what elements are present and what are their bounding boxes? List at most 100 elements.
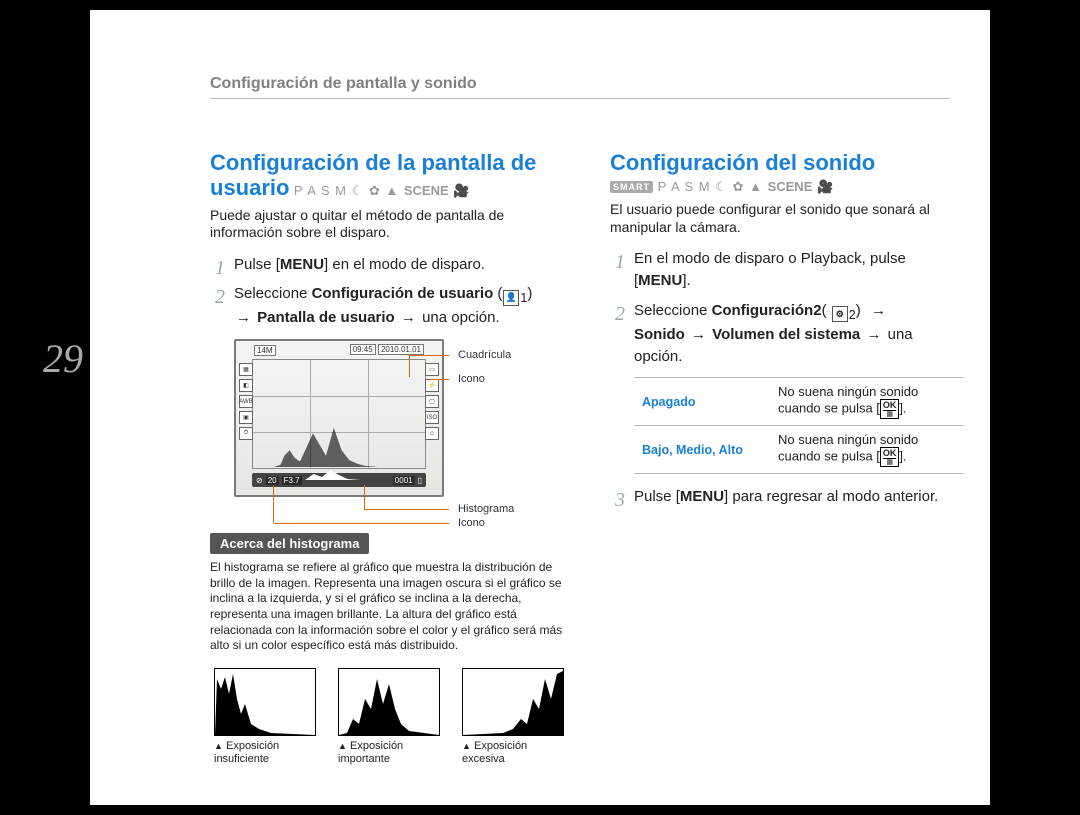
mode-landscape-icon: ▲ (385, 183, 399, 198)
arrow-icon: → (689, 326, 708, 343)
hist-under-label: Exposición insuficiente (214, 740, 279, 765)
histogram-under-box (214, 668, 316, 736)
steps-left: Pulse [MENU] en el modo de disparo. Sele… (210, 254, 565, 330)
r-step2a: Seleccione (634, 302, 712, 319)
step2c: Pantalla de usuario (257, 309, 395, 326)
meter-icon: ▣ (239, 411, 253, 424)
camera-grid (252, 359, 426, 469)
status-iso: 20 (266, 476, 279, 485)
step2a: Seleccione (234, 285, 312, 302)
page: Configuración de pantalla y sonido Confi… (90, 10, 990, 805)
histogram-pill: Acerca del histograma (210, 533, 369, 554)
mode-icons-right: SMART P A S M ☾ ✿ ▲ SCENE 🎥 (610, 179, 965, 195)
camera-status-bar: ⊘ 20 F3.7 0001 ▯ (252, 473, 426, 487)
mode-scene: SCENE (768, 179, 813, 194)
camera-left-icons: ▦ ◧ AWB ▣ ⏱ (239, 363, 253, 440)
camera-screen: 14M 09:45 2010.01.01 ▦ ◧ AWB ▣ ⏱ (234, 339, 444, 497)
histogram-mid: ▲ Exposición importante (338, 668, 438, 766)
left-column: Configuración de la pantalla de usuario … (210, 150, 565, 766)
r-step2-sub: 2 (849, 308, 856, 322)
step-2-left: Seleccione Configuración de usuario (👤1)… (210, 283, 565, 329)
user-icon: 👤 (503, 290, 519, 306)
hist-over-label: Exposición excesiva (462, 740, 527, 765)
date-badge: 2010.01.01 (378, 344, 424, 355)
step2-sub: 1 (520, 291, 527, 305)
ok-button-icon: OK▦ (880, 447, 900, 467)
callout-icon: Icono (458, 373, 485, 385)
step-1-left: Pulse [MENU] en el modo de disparo. (210, 254, 565, 276)
gear-icon: ⚙ (832, 306, 848, 322)
resolution-badge: 14M (254, 345, 276, 356)
leader-icon (430, 379, 449, 380)
arrow-icon: → (234, 309, 253, 326)
mode-beauty-icon: ✿ (369, 183, 381, 198)
histogram-under-cap: ▲ Exposición insuficiente (214, 740, 314, 766)
smart-icon: SMART (610, 181, 653, 193)
mode-pasm: P A S M (658, 179, 711, 194)
mode-video-icon: 🎥 (817, 179, 834, 194)
step-2-right: Seleccione Configuración2( ⚙2) → Sonido … (610, 300, 965, 368)
iso-icon: ISO (425, 411, 439, 424)
leader-grid (409, 355, 449, 356)
face-icon: ☺ (425, 427, 439, 440)
r-step2b: Configuración2 (712, 302, 822, 319)
time-badge: 09:45 (350, 344, 376, 355)
step-3-right: Pulse [MENU] para regresar al modo anter… (610, 486, 965, 508)
histogram-over-box (462, 668, 564, 736)
timer-icon: ⏱ (239, 427, 253, 440)
step-1-right: En el modo de disparo o Playback, pulse … (610, 248, 965, 292)
histogram-text: El histograma se refiere al gráfico que … (210, 560, 565, 654)
mode-night-icon: ☾ (352, 183, 365, 198)
sound-val-off: No suena ningún sonido cuando se pulsa [… (770, 378, 964, 426)
quality-icon: ◧ (239, 379, 253, 392)
drive-icon: ▭ (425, 363, 439, 376)
focus-icon: ▢ (425, 395, 439, 408)
histogram-over-cap: ▲ Exposición excesiva (462, 740, 562, 766)
steps-right-2: Pulse [MENU] para regresar al modo anter… (610, 486, 965, 508)
sound-table: Apagado No suena ningún sonido cuando se… (634, 377, 964, 474)
awb-icon: AWB (239, 395, 253, 408)
mode-scene: SCENE (404, 183, 449, 198)
title-right: Configuración del sonido (610, 150, 965, 175)
r-step2c: Sonido (634, 326, 685, 343)
steps-right: En el modo de disparo o Playback, pulse … (610, 248, 965, 367)
histogram-under: ▲ Exposición insuficiente (214, 668, 314, 766)
mode-night-icon: ☾ (715, 179, 728, 194)
mode-landscape-icon: ▲ (749, 179, 763, 194)
ok-button-icon: OK▦ (880, 399, 900, 419)
histogram-over: ▲ Exposición excesiva (462, 668, 562, 766)
arrow-icon: → (864, 326, 883, 343)
camera-right-icons: ▭ ⚡ ▢ ISO ☺ (425, 363, 439, 440)
leader-hist (364, 509, 449, 510)
section-header: Configuración de pantalla y sonido (210, 75, 477, 93)
header-rule (210, 98, 950, 99)
sound-row-levels: Bajo, Medio, Alto No suena ningún sonido… (634, 426, 964, 474)
callout-icon2: Icono (458, 517, 485, 529)
status-f: F3.7 (282, 476, 302, 485)
sound-key-levels: Bajo, Medio, Alto (634, 426, 770, 474)
section-title-left: Configuración de la pantalla de usuario … (210, 150, 565, 201)
grid-icon: ▦ (239, 363, 253, 376)
step2d: una opción. (422, 309, 500, 326)
intro-left: Puede ajustar o quitar el método de pant… (210, 207, 565, 242)
right-column: Configuración del sonido SMART P A S M ☾… (610, 150, 965, 516)
histogram-examples: ▲ Exposición insuficiente ▲ Exposición i… (214, 668, 565, 766)
arrow-icon: → (399, 309, 418, 326)
hist-mid-label: Exposición importante (338, 740, 403, 765)
flash-icon: ⚡ (425, 379, 439, 392)
sound-val-levels: No suena ningún sonido cuando se pulsa [… (770, 426, 964, 474)
callout-grid: Cuadrícula (458, 349, 511, 361)
mode-video-icon: 🎥 (453, 183, 470, 198)
histogram-mid-cap: ▲ Exposición importante (338, 740, 438, 766)
mode-beauty-icon: ✿ (733, 179, 745, 194)
sound-key-off: Apagado (634, 378, 770, 426)
callout-hist: Histograma (458, 503, 514, 515)
intro-right: El usuario puede configurar el sonido qu… (610, 201, 965, 236)
sound-row-off: Apagado No suena ningún sonido cuando se… (634, 378, 964, 426)
status-count: 0001 (393, 476, 415, 485)
leader-icon2-v (273, 485, 274, 523)
leader-grid-v (409, 355, 410, 377)
step1-left-text: Pulse [MENU] en el modo de disparo. (234, 256, 485, 273)
r-step2d: Volumen del sistema (712, 326, 860, 343)
step2b: Configuración de usuario (312, 285, 494, 302)
